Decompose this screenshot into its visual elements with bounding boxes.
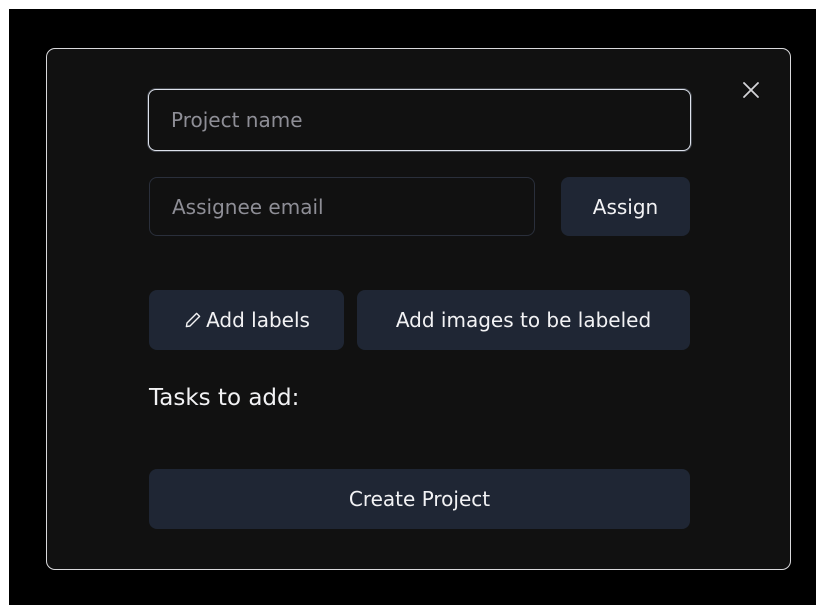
add-labels-button-label: Add labels	[206, 308, 310, 332]
add-images-button-label: Add images to be labeled	[395, 308, 652, 332]
close-icon	[739, 78, 763, 102]
add-labels-button[interactable]: Add labels	[149, 290, 344, 350]
pencil-icon	[183, 310, 203, 330]
add-images-button[interactable]: Add images to be labeled	[357, 290, 690, 350]
create-project-button[interactable]: Create Project	[149, 469, 690, 529]
assign-button[interactable]: Assign	[561, 177, 690, 236]
project-name-input[interactable]	[148, 89, 691, 151]
close-button[interactable]	[739, 78, 763, 102]
create-project-button-label: Create Project	[348, 487, 491, 511]
assignee-email-input[interactable]	[149, 177, 535, 236]
tasks-heading: Tasks to add:	[149, 385, 300, 411]
assign-button-label: Assign	[592, 194, 659, 219]
